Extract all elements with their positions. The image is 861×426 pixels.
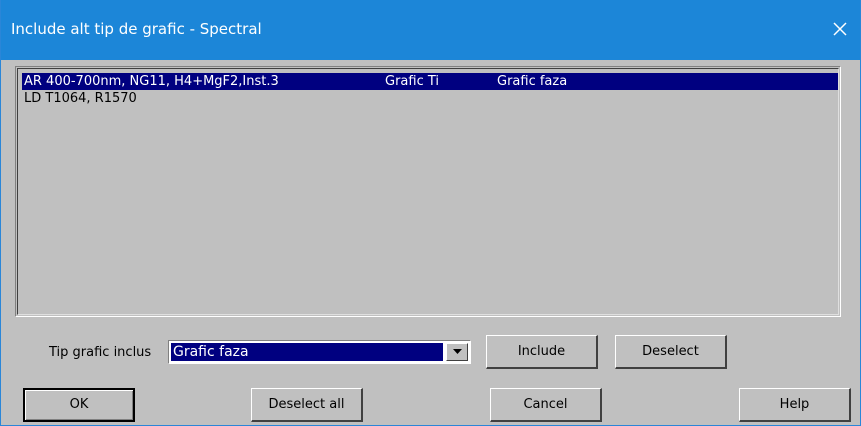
tip-grafic-dropdown[interactable]: Grafic faza [168,340,471,364]
help-button[interactable]: Help [739,388,851,422]
list-item[interactable]: AR 400-700nm, NG11, H4+MgF2,Inst.3 Grafi… [22,73,838,90]
close-icon [833,22,847,36]
list-item-name: LD T1064, R1570 [24,91,137,106]
deselect-button[interactable]: Deselect [615,335,727,369]
listbox-inner: AR 400-700nm, NG11, H4+MgF2,Inst.3 Grafi… [17,68,839,315]
dialog-window: Include alt tip de grafic - Spectral AR … [0,0,861,426]
graph-listbox[interactable]: AR 400-700nm, NG11, H4+MgF2,Inst.3 Grafi… [15,66,841,317]
list-item-graph-type-2: Grafic faza [497,74,568,89]
tip-grafic-label: Tip grafic inclus [49,345,152,360]
close-button[interactable] [826,14,854,44]
list-item-name: AR 400-700nm, NG11, H4+MgF2,Inst.3 [24,74,279,89]
cancel-button[interactable]: Cancel [490,388,602,422]
deselect-all-button[interactable]: Deselect all [251,388,363,422]
dropdown-selected-value: Grafic faza [171,343,443,361]
window-title: Include alt tip de grafic - Spectral [11,20,262,38]
chevron-down-icon [452,349,462,354]
ok-button[interactable]: OK [23,388,135,422]
list-item-graph-type: Grafic Ti [385,74,440,89]
title-bar[interactable]: Include alt tip de grafic - Spectral [1,0,860,60]
list-item[interactable]: LD T1064, R1570 [22,90,838,107]
include-button[interactable]: Include [486,335,598,369]
dropdown-arrow-button[interactable] [446,343,468,361]
